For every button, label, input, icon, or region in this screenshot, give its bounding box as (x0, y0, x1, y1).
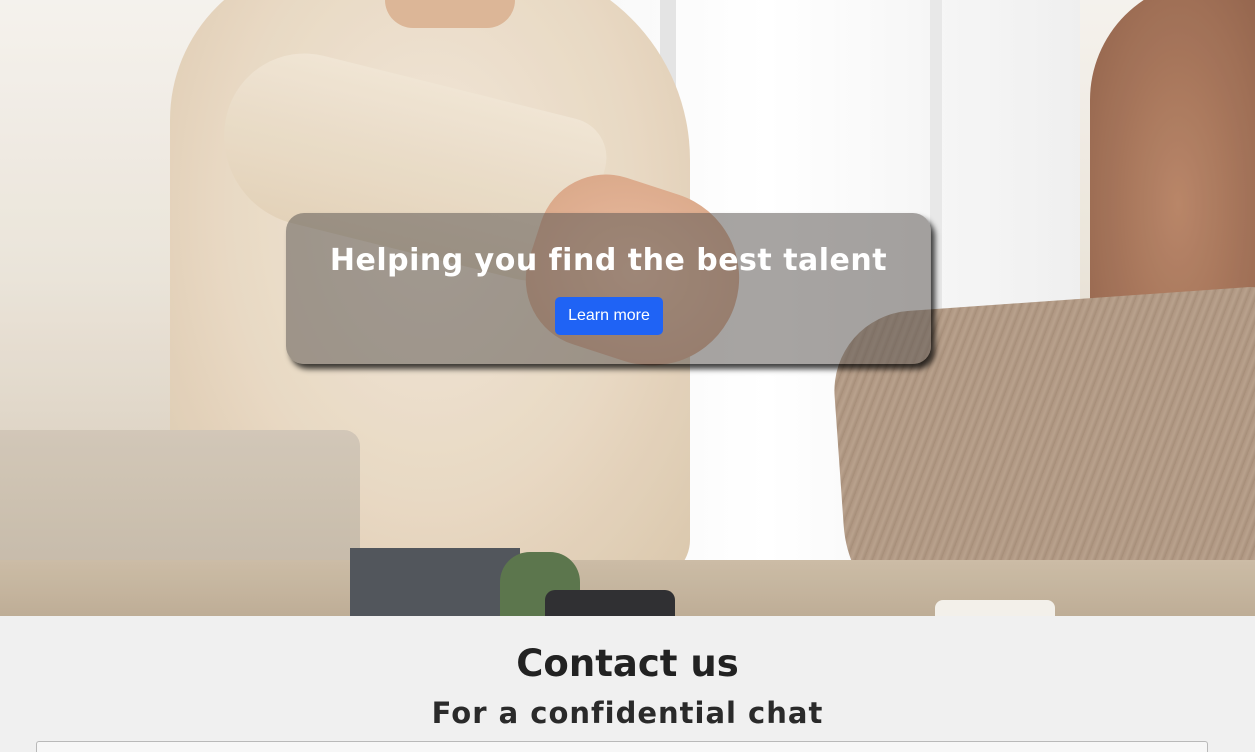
contact-form-top-edge (36, 741, 1208, 752)
hero-section: Helping you find the best talent Learn m… (0, 0, 1255, 616)
contact-subheading: For a confidential chat (431, 696, 824, 730)
contact-heading: Contact us (516, 642, 739, 685)
contact-section: Contact us For a confidential chat (0, 616, 1255, 752)
hero-card: Helping you find the best talent Learn m… (286, 213, 931, 364)
learn-more-button[interactable]: Learn more (555, 297, 663, 335)
hero-heading: Helping you find the best talent (329, 243, 888, 278)
